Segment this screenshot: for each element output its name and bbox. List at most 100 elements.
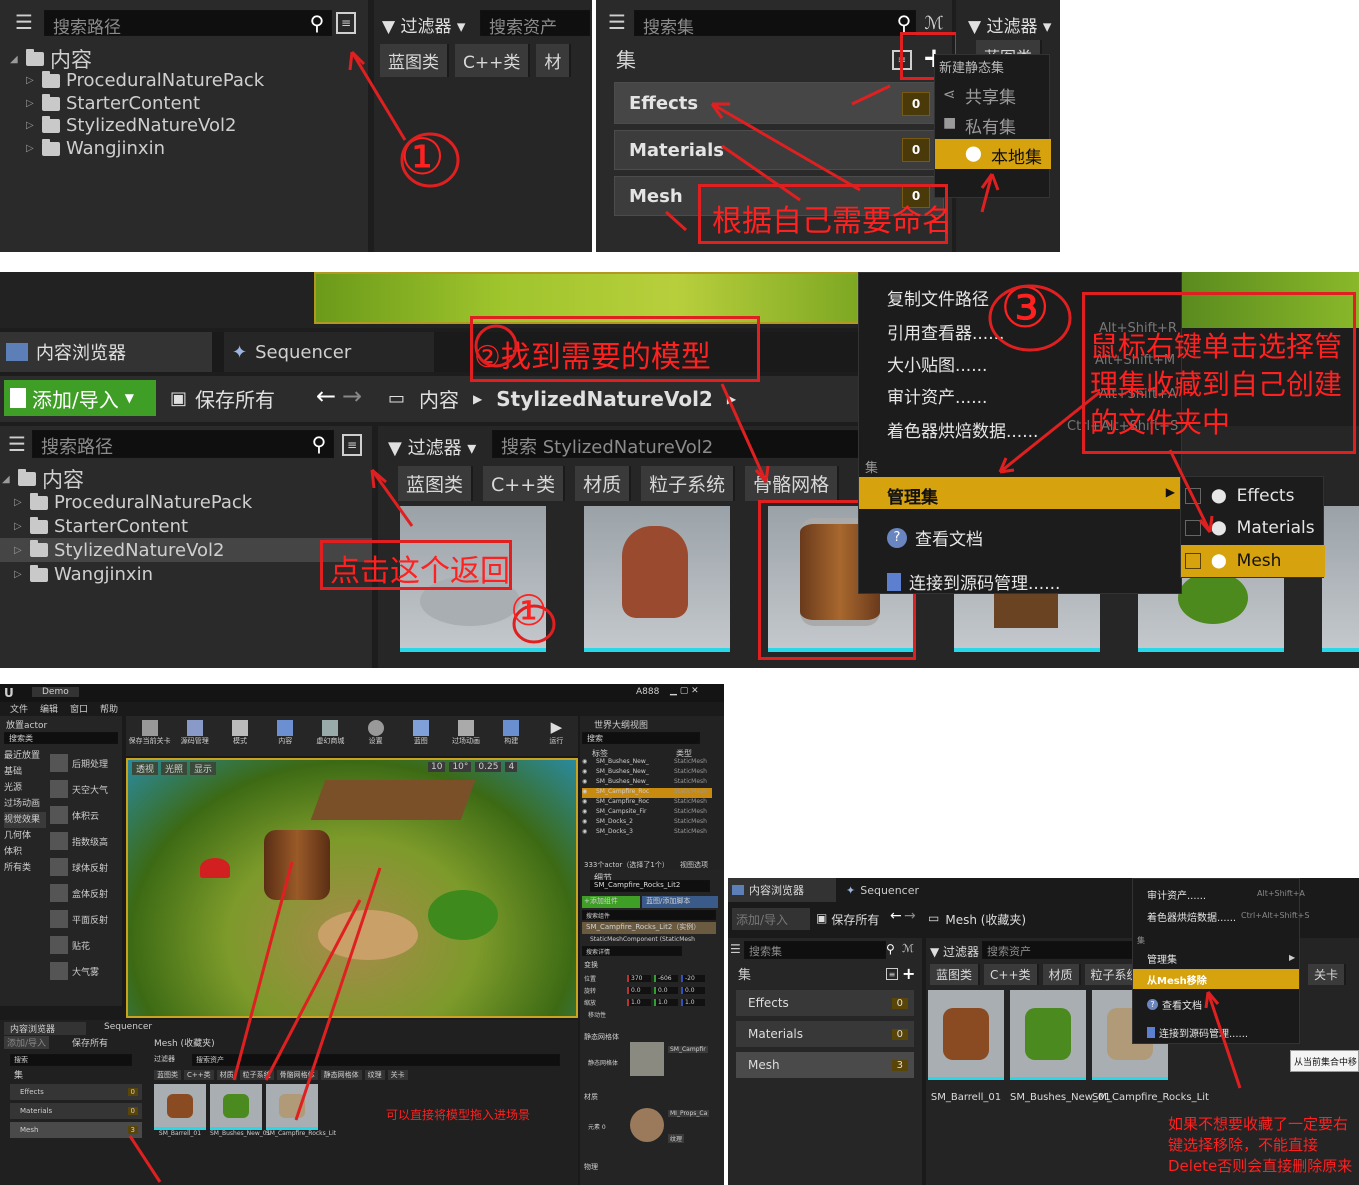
camera-speed-value[interactable]: 4 [505,762,518,772]
collection-row-effects[interactable]: Effects 0 [10,1084,142,1100]
outliner-row[interactable]: ◉ SM_Bushes_New_ StaticMesh [582,768,712,778]
actor-atmospheric-fog[interactable]: 大气雾 [50,958,120,984]
toolbar-modes[interactable]: 模式 [218,716,261,756]
menu-shader-cook-data[interactable]: 着色器烘焙数据...... [1147,909,1236,924]
filter-button[interactable]: ▼ 过滤器 ▾ [382,12,465,37]
outliner-row[interactable]: ◉ SM_Docks_2 StaticMesh [582,818,712,828]
list-toggle-icon[interactable]: ☰ [604,10,630,34]
add-collection-icon[interactable]: + [902,964,915,983]
outliner-row[interactable]: ◉ SM_Campsite_Fir StaticMesh [582,808,712,818]
filter-chip-particle[interactable]: 粒子系统 [641,466,736,501]
component-instance[interactable]: SM_Campfire_Rocks_Lit2（实例） [582,922,716,934]
filter-chip-level[interactable]: 关卡 [1308,964,1347,985]
outliner-row[interactable]: ◉ SM_Campfire_Roc StaticMesh [582,798,712,808]
search-components-input[interactable]: 搜索组件 [582,910,716,920]
menu-connect-source-control[interactable]: 连接到源码管理...... [887,569,1060,594]
menu-size-map[interactable]: 大小贴图...... [887,351,987,376]
level-viewport[interactable]: 透视 光照 显示 10 10° 0.25 4 [126,758,578,1018]
filter-chip[interactable]: 蓝图类 [154,1070,181,1080]
back-arrow-icon[interactable]: ← [316,382,336,410]
asset-card[interactable]: SM_Bushes_New_01 [210,1084,270,1137]
asset-thumbnail[interactable] [584,506,730,652]
transform-section[interactable]: 变换 [584,960,598,970]
menu-view-docs[interactable]: ? 查看文档 [887,525,983,550]
filter-button[interactable]: ▼ 过滤器 ▾ [388,434,476,460]
asset-thumbnail[interactable] [1322,506,1359,652]
visibility-eye-icon[interactable]: ◉ [582,768,590,778]
breadcrumb-content[interactable]: 内容 [419,384,459,413]
transform-value-field[interactable]: -20 [681,974,705,982]
toolbar-save-level[interactable]: 保存当前关卡 [128,716,171,756]
toolbar-play[interactable]: ▶ 运行 [535,716,578,756]
place-actors-tab[interactable]: 放置actor [6,718,47,731]
checkbox[interactable] [1185,520,1201,536]
tree-item-wangjinxin[interactable]: ▷ Wangjinxin [14,564,153,585]
tree-item-stylizednaturevol2[interactable]: ▷ StylizedNatureVol2 [26,115,237,136]
filter-chip-material[interactable]: 材 [536,44,572,77]
collapsed-triangle-icon[interactable]: ▷ [14,497,24,508]
tree-item-startercontent[interactable]: ▷ StarterContent [26,93,200,114]
back-arrow-icon[interactable]: ← [890,908,902,924]
collection-row-effects[interactable]: Effects 0 [736,990,914,1016]
transform-value-field[interactable]: 0.0 [681,986,705,994]
search-icon[interactable]: ⚲ [306,430,332,458]
sources-panel-icon[interactable]: ≡ [336,12,356,34]
category-recent[interactable]: 最近放置 [4,748,46,764]
texture-label[interactable]: 纹理 [668,1134,685,1143]
actor-sphere-reflection[interactable]: 球体反射 [50,854,120,880]
collapsed-triangle-icon[interactable]: ▷ [26,120,36,131]
category-basic[interactable]: 基础 [4,764,46,780]
actor-planar-reflection[interactable]: 平面反射 [50,906,120,932]
outliner-row[interactable]: ◉ SM_Docks_3 StaticMesh [582,828,712,838]
category-visual-effects[interactable]: 视觉效果 [4,812,46,828]
material-thumbnail[interactable] [630,1108,664,1142]
tree-item-proceduralnaturepack[interactable]: ▷ ProceduralNaturePack [14,492,252,513]
outliner-search-input[interactable]: 搜索 [582,732,700,744]
toolbar-blueprints[interactable]: 蓝图 [399,716,442,756]
actor-volumetric-cloud[interactable]: 体积云 [50,802,120,828]
menu-window[interactable]: 窗口 [70,702,88,716]
filter-chip[interactable]: 关卡 [387,1070,408,1080]
asset-card[interactable]: SM_Campfire_Rocks_Lit [266,1084,336,1137]
filter-chip-material[interactable]: 材质 [575,466,632,501]
view-list-icon[interactable]: ≡ [886,968,898,980]
tree-item-proceduralnaturepack[interactable]: ▷ ProceduralNaturePack [26,70,264,91]
transform-value-field[interactable]: -606 [654,974,678,982]
menu-shader-cook-data[interactable]: 着色器烘焙数据...... [887,417,1038,442]
search-path-input[interactable]: 搜索路径 [32,430,334,458]
menu-help[interactable]: 帮助 [100,702,118,716]
search-path-input[interactable]: 搜索路径 [44,10,332,36]
expand-triangle-icon[interactable]: ◢ [2,474,12,485]
tab-sequencer[interactable]: ✦ Sequencer [842,878,952,902]
search-collections-input[interactable]: 搜索集 [744,941,886,959]
filter-chip-cpp[interactable]: C++类 [483,466,566,501]
outliner-row[interactable]: ◉ SM_Bushes_New_ StaticMesh [582,778,712,788]
tab-sequencer[interactable]: Sequencer [92,1022,164,1032]
visibility-eye-icon[interactable]: ◉ [582,808,590,818]
menu-connect-source-control[interactable]: 连接到源码管理...... [1147,1025,1248,1040]
breadcrumb-stylizednaturevol2[interactable]: StylizedNatureVol2 [496,387,713,411]
blueprint-add-script-button[interactable]: 蓝图/添加脚本 [642,896,718,908]
search-assets-input[interactable]: 搜索资产 [982,941,1142,959]
collapsed-triangle-icon[interactable]: ▷ [26,143,36,154]
asset-card[interactable]: SM_Barrell_01 [154,1084,206,1137]
filter-button[interactable]: ▼ 过滤器 ▾ [968,12,1051,37]
menu-reference-viewer[interactable]: 引用查看器...... [887,319,1004,344]
search-folder-input[interactable]: 搜索 StylizedNatureVol2 [492,430,862,458]
checkbox[interactable] [1185,488,1201,504]
menu-view-docs[interactable]: ? 查看文档 [1147,997,1202,1012]
toolbar-source-control[interactable]: 源码管理 [173,716,216,756]
static-mesh-thumbnail[interactable] [630,1042,664,1076]
menu-audit-assets[interactable]: 审计资产...... [1147,887,1206,902]
visibility-eye-icon[interactable]: ◉ [582,798,590,808]
list-toggle-icon[interactable]: ☰ [730,942,741,956]
add-import-button[interactable]: 添加/导入 ▼ [4,380,156,416]
static-mesh-component[interactable]: StaticMeshComponent (StaticMesh [590,936,695,943]
asset-card[interactable]: SM_Bushes_New_01 [1010,990,1111,1103]
expand-triangle-icon[interactable]: ◢ [10,54,20,65]
collection-row-effects[interactable]: Effects [614,82,944,124]
collapsed-triangle-icon[interactable]: ▷ [14,569,24,580]
visibility-eye-icon[interactable]: ◉ [582,818,590,828]
static-mesh-value[interactable]: SM_Campfir [668,1046,708,1053]
checkbox[interactable] [1185,553,1201,569]
